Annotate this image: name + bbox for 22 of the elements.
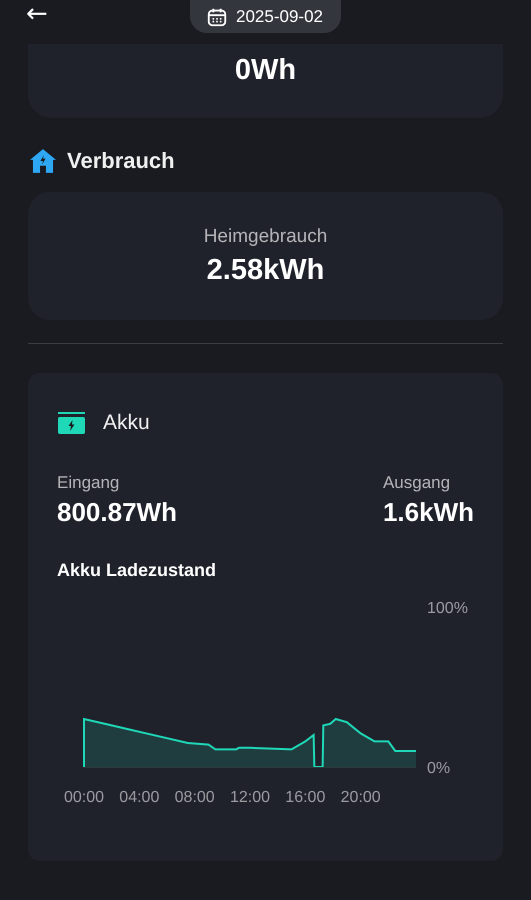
y-axis-label: 0% bbox=[427, 760, 450, 777]
stat-label: Ausgang bbox=[382, 473, 452, 493]
stat-label: Eingang bbox=[57, 473, 120, 493]
back-button[interactable]: ← bbox=[22, 0, 52, 28]
stat-value: 1.6kWh bbox=[382, 497, 474, 528]
x-axis-label: 16:00 bbox=[285, 789, 326, 806]
x-axis-label: 20:00 bbox=[340, 789, 381, 806]
house-icon bbox=[28, 148, 58, 174]
card-title: Akku bbox=[103, 411, 150, 435]
y-axis-label: 100% bbox=[427, 600, 468, 617]
energy-value: 0Wh bbox=[234, 54, 296, 88]
x-axis-label: 08:00 bbox=[174, 789, 215, 806]
energy-value: 2.58kWh bbox=[206, 254, 324, 286]
battery-icon bbox=[57, 412, 86, 434]
card-label: Heimgebrauch bbox=[204, 226, 328, 248]
x-axis-label: 12:00 bbox=[230, 789, 270, 806]
stat-value: 800.87Wh bbox=[57, 497, 177, 528]
chart-title: Akku Ladezustand bbox=[57, 560, 218, 581]
section-title: Verbrauch bbox=[67, 148, 175, 174]
x-axis-label: 00:00 bbox=[64, 789, 104, 806]
date-picker-button[interactable]: 2025-09-02 bbox=[190, 0, 341, 33]
x-axis-label: 04:00 bbox=[119, 789, 160, 806]
